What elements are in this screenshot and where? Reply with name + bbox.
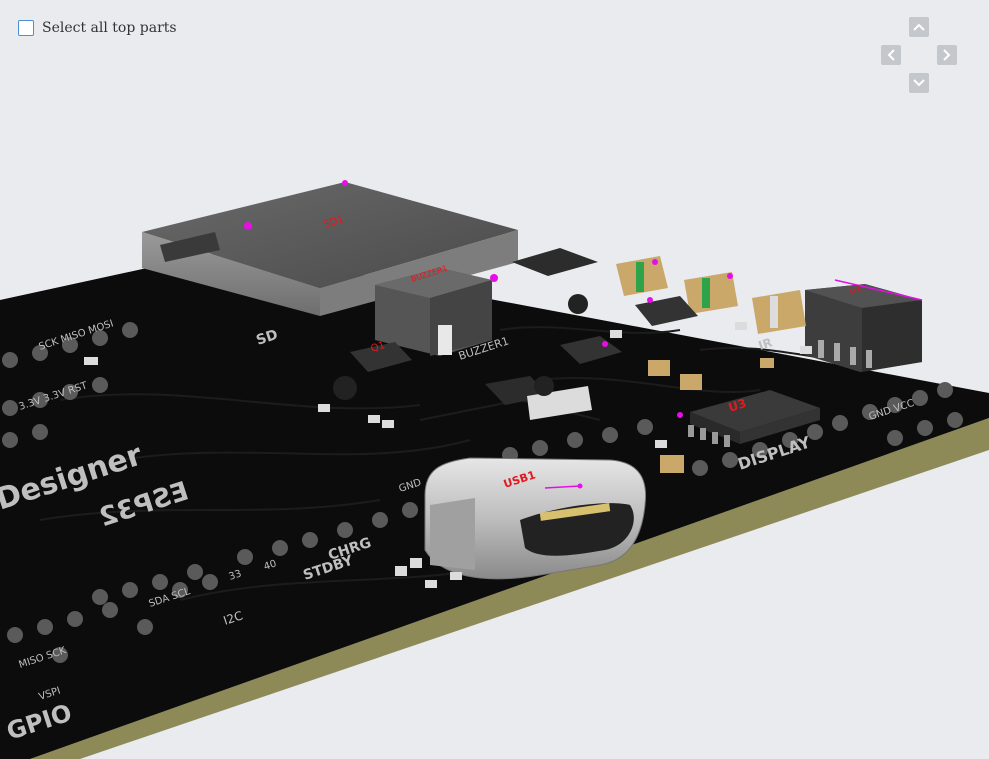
select-all-top-parts[interactable]: Select all top parts	[18, 20, 177, 36]
cap-c3	[752, 290, 806, 334]
select-all-checkbox[interactable]	[18, 20, 34, 36]
select-all-label: Select all top parts	[42, 20, 177, 36]
chevron-down-icon	[913, 79, 925, 87]
pcb-3d-viewport[interactable]: Designer ESP32 GPIO DISPLAY SD BUZZER1 C…	[0, 0, 989, 759]
pan-down-button[interactable]	[909, 73, 929, 93]
pcb-3d-scene: Designer ESP32 GPIO DISPLAY SD BUZZER1 C…	[0, 180, 989, 759]
chevron-left-icon	[887, 49, 895, 61]
cap-c1	[616, 256, 668, 296]
chevron-up-icon	[913, 23, 925, 31]
pan-left-button[interactable]	[881, 45, 901, 65]
pan-right-button[interactable]	[937, 45, 957, 65]
ic-u2[interactable]: U2	[805, 279, 923, 372]
usb-c-connector[interactable]: USB1	[424, 457, 647, 580]
chevron-right-icon	[943, 49, 951, 61]
pan-up-button[interactable]	[909, 17, 929, 37]
